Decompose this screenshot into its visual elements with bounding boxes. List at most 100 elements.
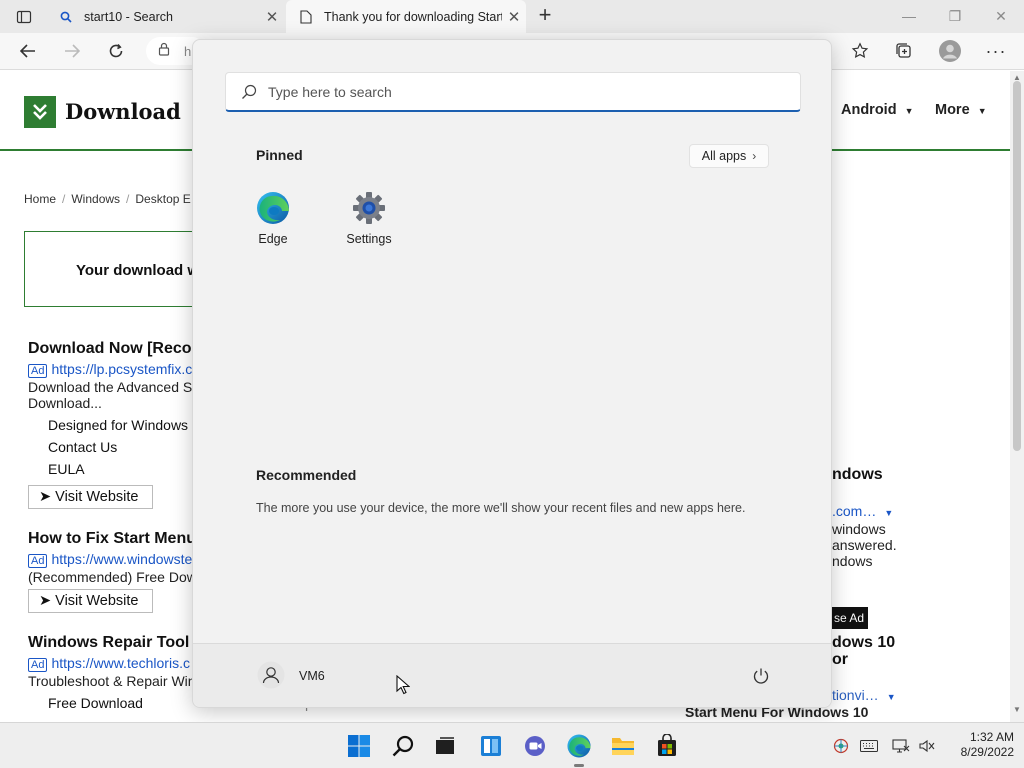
- right-text: ndows: [832, 553, 873, 569]
- refresh-icon[interactable]: [102, 38, 130, 64]
- forward-arrow-icon[interactable]: [58, 38, 86, 64]
- search-icon[interactable]: [388, 731, 418, 761]
- mouse-cursor-icon: [396, 674, 411, 695]
- ad-title[interactable]: How to Fix Start Menu: [28, 530, 196, 548]
- ad-sitelink[interactable]: Free Download: [48, 695, 143, 711]
- keyboard-icon[interactable]: [860, 737, 878, 755]
- ad-title[interactable]: Download Now [Reco: [28, 340, 192, 358]
- edge-icon: [255, 190, 291, 226]
- recommended-empty-text: The more you use your device, the more w…: [256, 501, 746, 515]
- start-search-box[interactable]: [225, 72, 801, 112]
- ad-description: Troubleshoot & Repair Win: [28, 673, 196, 689]
- back-arrow-icon[interactable]: [14, 38, 42, 64]
- recommended-heading: Recommended: [256, 467, 357, 483]
- ad-description: (Recommended) Free Dow: [28, 569, 197, 585]
- edge-icon[interactable]: [564, 731, 594, 761]
- ad-url-text: https://lp.pcsystemfix.c: [51, 361, 193, 377]
- search-icon: [58, 9, 74, 25]
- nav-label: Android: [841, 102, 897, 118]
- pinned-heading: Pinned: [256, 147, 303, 163]
- file-explorer-icon[interactable]: [608, 731, 638, 761]
- tab-actions-icon[interactable]: [10, 6, 38, 28]
- collections-icon[interactable]: [890, 38, 918, 64]
- close-tab-icon[interactable]: ✕: [502, 8, 526, 26]
- clock-date: 8/29/2022: [960, 745, 1014, 759]
- system-clock[interactable]: 1:32 AM 8/29/2022: [944, 730, 1014, 760]
- display-network-icon[interactable]: [892, 737, 910, 755]
- site-logo-icon[interactable]: [24, 96, 56, 128]
- ad-title[interactable]: Windows Repair Tool: [28, 634, 189, 652]
- right-link[interactable]: tionvi… ▼: [832, 687, 896, 703]
- ad-url-text: https://www.techloris.c: [51, 655, 190, 671]
- close-ad-button[interactable]: se Ad: [830, 607, 868, 629]
- pinned-app-settings[interactable]: Settings: [329, 188, 409, 254]
- user-account-button[interactable]: VM6: [257, 661, 325, 692]
- running-indicator: [574, 764, 584, 767]
- app-label: Settings: [346, 232, 392, 246]
- widgets-icon[interactable]: [476, 731, 506, 761]
- profile-avatar-icon[interactable]: [936, 38, 964, 64]
- scrollbar-thumb[interactable]: [1013, 81, 1021, 451]
- scroll-down-icon[interactable]: ▼: [1010, 705, 1024, 717]
- ad-sitelink[interactable]: EULA: [48, 461, 85, 477]
- chat-icon[interactable]: [520, 731, 550, 761]
- network-globe-icon[interactable]: [832, 737, 850, 755]
- right-link-text: .com…: [832, 503, 877, 519]
- close-tab-icon[interactable]: ✕: [260, 8, 284, 26]
- ad-badge: Ad: [28, 554, 48, 568]
- ad-sitelink[interactable]: Contact Us: [48, 439, 117, 455]
- window-close-icon[interactable]: ✕: [978, 0, 1024, 33]
- breadcrumb-desktop[interactable]: Desktop E: [135, 192, 190, 206]
- ad-url-text: https://www.windowste: [51, 551, 193, 567]
- breadcrumb-windows[interactable]: Windows: [71, 192, 120, 206]
- tab-search[interactable]: start10 - Search ✕: [46, 0, 284, 33]
- ad-description: Download...: [28, 395, 102, 411]
- caret-down-icon: ▼: [977, 106, 987, 116]
- breadcrumb: Home / Windows / Desktop E: [24, 192, 191, 206]
- restore-icon[interactable]: ❐: [932, 0, 978, 33]
- tab-active-download[interactable]: Thank you for downloading Start ✕: [286, 0, 526, 33]
- start-search-input[interactable]: [268, 83, 768, 100]
- taskbar: 1:32 AM 8/29/2022: [0, 722, 1024, 768]
- ad-url[interactable]: Ad https://lp.pcsystemfix.c: [28, 361, 193, 378]
- ad-sitelink[interactable]: Designed for Windows: [48, 417, 188, 433]
- more-options-icon[interactable]: ···: [982, 38, 1010, 64]
- page-scrollbar[interactable]: ▲ ▼: [1010, 71, 1024, 722]
- volume-muted-icon[interactable]: [918, 737, 936, 755]
- ad-badge: Ad: [28, 658, 48, 672]
- ad-url[interactable]: Ad https://www.windowste: [28, 551, 193, 568]
- right-link[interactable]: .com… ▼: [832, 503, 893, 519]
- user-name: VM6: [299, 669, 325, 683]
- ad-url[interactable]: Ad https://www.techloris.c: [28, 655, 190, 672]
- breadcrumb-home[interactable]: Home: [24, 192, 56, 206]
- ad-badge: Ad: [28, 364, 48, 378]
- power-icon[interactable]: [749, 664, 773, 688]
- caret-down-icon: ▼: [884, 508, 894, 518]
- right-heading: ndows: [832, 466, 883, 483]
- nav-android[interactable]: Android ▼: [841, 102, 914, 118]
- store-icon[interactable]: [652, 731, 682, 761]
- app-label: Edge: [258, 232, 288, 246]
- windows-start-icon[interactable]: [344, 731, 374, 761]
- ad-description: Download the Advanced S: [28, 379, 193, 395]
- right-heading: or: [832, 651, 848, 668]
- pinned-app-edge[interactable]: Edge: [233, 188, 313, 254]
- download-status-text: Your download w: [76, 262, 200, 279]
- user-avatar-icon: [257, 661, 285, 692]
- task-view-icon[interactable]: [430, 731, 460, 761]
- caret-down-icon: ▼: [904, 106, 914, 116]
- nav-label: More: [935, 102, 970, 118]
- right-link-text: tionvi…: [832, 687, 879, 703]
- site-logo-text[interactable]: Download: [65, 99, 181, 124]
- start-menu: Pinned All apps › Edge: [192, 39, 832, 708]
- chevron-right-icon: ›: [752, 149, 757, 163]
- visit-website-button[interactable]: ➤ Visit Website: [28, 589, 153, 613]
- visit-website-button[interactable]: ➤ Visit Website: [28, 485, 153, 509]
- page-icon: [298, 9, 314, 25]
- nav-more[interactable]: More ▼: [935, 102, 987, 118]
- favorites-star-icon[interactable]: [846, 38, 874, 64]
- all-apps-button[interactable]: All apps ›: [689, 144, 769, 168]
- minimize-icon[interactable]: —: [886, 0, 932, 33]
- browser-tab-bar: start10 - Search ✕ Thank you for downloa…: [0, 0, 1024, 33]
- new-tab-icon[interactable]: +: [534, 4, 556, 28]
